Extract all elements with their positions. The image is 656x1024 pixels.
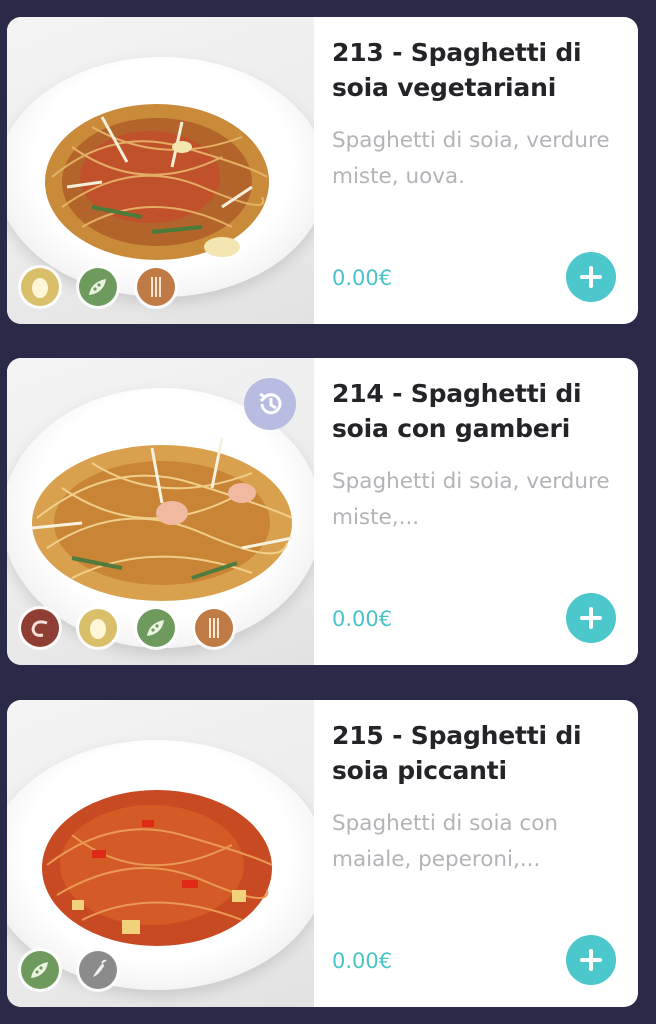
allergen-badges [21, 268, 175, 306]
menu-item-card[interactable]: 215 - Spaghetti di soia piccanti Spaghet… [7, 700, 638, 1007]
wheat-icon [195, 609, 233, 647]
item-description: Spaghetti di soia, verdure miste,... [332, 469, 610, 530]
chili-icon [79, 951, 117, 989]
item-description: Spaghetti di soia, verdure miste, uova. [332, 128, 610, 189]
menu-list: 213 - Spaghetti di soia vegetariani Spag… [0, 0, 656, 1024]
dish-photo [7, 17, 314, 324]
allergen-badges [21, 609, 233, 647]
plus-icon [580, 949, 602, 971]
item-title: 213 - Spaghetti di soia vegetariani [332, 38, 582, 102]
item-price: 0.00€ [332, 607, 393, 631]
wheat-icon [137, 268, 175, 306]
plus-icon [580, 607, 602, 629]
item-info: 213 - Spaghetti di soia vegetariani Spag… [314, 17, 638, 324]
allergen-badges [21, 951, 117, 989]
item-description: Spaghetti di soia con maiale, peperoni,.… [332, 811, 559, 872]
item-info: 214 - Spaghetti di soia con gamberi Spag… [314, 358, 638, 665]
item-title: 215 - Spaghetti di soia piccanti [332, 721, 582, 785]
history-icon [244, 378, 296, 430]
menu-item-card[interactable]: 214 - Spaghetti di soia con gamberi Spag… [7, 358, 638, 665]
add-to-cart-button[interactable] [566, 935, 616, 985]
vegetable-icon [79, 268, 117, 306]
egg-icon [21, 268, 59, 306]
vegetable-icon [137, 609, 175, 647]
menu-item-card[interactable]: 213 - Spaghetti di soia vegetariani Spag… [7, 17, 638, 324]
add-to-cart-button[interactable] [566, 593, 616, 643]
item-price: 0.00€ [332, 266, 393, 290]
dish-photo [7, 358, 314, 665]
item-price: 0.00€ [332, 949, 393, 973]
plus-icon [580, 266, 602, 288]
shrimp-icon [21, 609, 59, 647]
item-info: 215 - Spaghetti di soia piccanti Spaghet… [314, 700, 638, 1007]
item-title: 214 - Spaghetti di soia con gamberi [332, 379, 582, 443]
vegetable-icon [21, 951, 59, 989]
egg-icon [79, 609, 117, 647]
dish-photo [7, 700, 314, 1007]
add-to-cart-button[interactable] [566, 252, 616, 302]
